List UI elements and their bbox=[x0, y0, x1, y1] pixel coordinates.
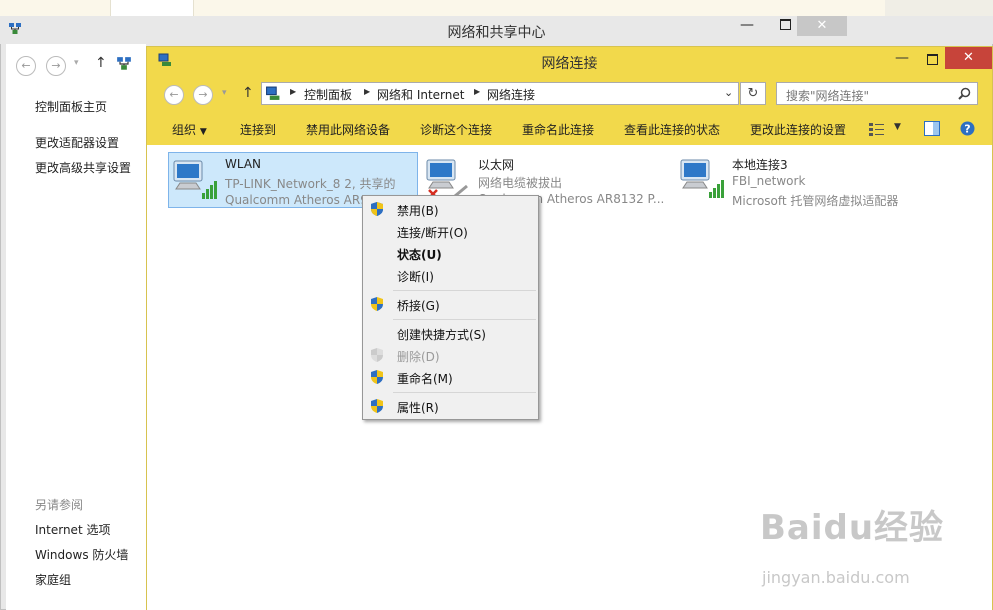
baidu-watermark-url: jingyan.baidu.com bbox=[762, 568, 910, 587]
outer-minimize-button[interactable]: — bbox=[730, 16, 764, 36]
disable-device-button[interactable]: 禁用此网络设备 bbox=[306, 121, 390, 138]
menu-item-rename[interactable]: 重命名(M) bbox=[397, 370, 453, 387]
refresh-icon: ↻ bbox=[747, 86, 759, 101]
breadcrumb-network-internet[interactable]: 网络和 Internet bbox=[377, 86, 464, 103]
menu-item-diagnose[interactable]: 诊断(I) bbox=[397, 268, 434, 285]
outer-maximize-icon[interactable] bbox=[780, 19, 791, 30]
help-icon[interactable]: ? bbox=[960, 121, 975, 136]
breadcrumb-control-panel[interactable]: 控制面板 bbox=[304, 86, 352, 103]
menu-item-create-shortcut[interactable]: 创建快捷方式(S) bbox=[397, 326, 486, 343]
uac-shield-icon bbox=[371, 399, 383, 413]
diagnose-connection-button[interactable]: 诊断这个连接 bbox=[420, 121, 492, 138]
wireless-adapter-icon bbox=[173, 160, 217, 199]
see-also-internet-options[interactable]: Internet 选项 bbox=[35, 521, 110, 538]
inner-back-button[interactable]: ← bbox=[164, 85, 184, 105]
preview-pane-icon[interactable] bbox=[924, 121, 940, 136]
breadcrumb-network-connections[interactable]: 网络连接 bbox=[487, 86, 535, 103]
minimize-icon: — bbox=[895, 50, 909, 66]
menu-item-disable[interactable]: 禁用(B) bbox=[397, 202, 439, 219]
address-dropdown-chevron-icon[interactable]: ⌄ bbox=[724, 86, 733, 99]
left-link-change-adapter[interactable]: 更改适配器设置 bbox=[35, 134, 119, 151]
menu-item-delete: 删除(D) bbox=[397, 350, 440, 364]
background-tab bbox=[110, 0, 194, 17]
search-input[interactable]: 搜索"网络连接" bbox=[776, 82, 978, 105]
left-link-advanced-sharing[interactable]: 更改高级共享设置 bbox=[35, 159, 131, 176]
forward-arrow-icon: → bbox=[51, 59, 61, 72]
change-settings-button[interactable]: 更改此连接的设置 bbox=[750, 121, 846, 138]
breadcrumb-separator-icon[interactable]: ▶ bbox=[474, 87, 480, 96]
menu-item-status[interactable]: 状态(U) bbox=[397, 246, 442, 263]
svg-text:?: ? bbox=[964, 123, 970, 136]
breadcrumb-separator-icon[interactable]: ▶ bbox=[290, 87, 296, 96]
connection-item-local3[interactable]: 本地连接3 FBI_network Microsoft 托管网络虚拟适配器 bbox=[676, 152, 936, 208]
refresh-button[interactable]: ↻ bbox=[740, 82, 766, 105]
outer-up-arrow-icon[interactable]: ↑ bbox=[95, 55, 107, 71]
see-also-firewall[interactable]: Windows 防火墙 bbox=[35, 546, 128, 563]
organize-menu-button[interactable]: 组织 ▼ bbox=[172, 121, 207, 138]
connect-to-button[interactable]: 连接到 bbox=[240, 121, 276, 138]
inner-window-title: 网络连接 bbox=[541, 56, 598, 72]
connection-name: WLAN bbox=[225, 157, 262, 171]
view-options-chevron-icon[interactable]: ▼ bbox=[894, 122, 901, 132]
connection-name: 本地连接3 bbox=[732, 158, 788, 172]
back-arrow-icon: ← bbox=[169, 88, 179, 101]
connection-adapter: Microsoft 托管网络虚拟适配器 bbox=[732, 194, 899, 208]
view-options-icon[interactable] bbox=[869, 122, 885, 136]
close-icon: ✕ bbox=[963, 50, 974, 65]
connection-status: 网络电缆被拔出 bbox=[478, 176, 563, 190]
connection-network: FBI_network bbox=[732, 174, 806, 188]
menu-separator bbox=[393, 319, 536, 320]
rename-connection-button[interactable]: 重命名此连接 bbox=[522, 121, 594, 138]
inner-minimize-button[interactable]: — bbox=[890, 50, 914, 70]
uac-shield-icon bbox=[371, 202, 383, 216]
uac-shield-icon bbox=[371, 370, 383, 384]
outer-forward-button[interactable]: → bbox=[46, 56, 66, 76]
uac-shield-icon bbox=[371, 297, 383, 311]
inner-forward-button[interactable]: → bbox=[193, 85, 213, 105]
view-status-button[interactable]: 查看此连接的状态 bbox=[624, 121, 720, 138]
inner-history-chevron-icon[interactable]: ▾ bbox=[222, 88, 227, 98]
baidu-watermark: Baidu经验 bbox=[760, 508, 945, 548]
inner-up-arrow-icon[interactable]: ↑ bbox=[242, 85, 254, 101]
search-icon bbox=[958, 87, 971, 100]
see-also-heading: 另请参阅 bbox=[35, 498, 84, 512]
menu-item-properties[interactable]: 属性(R) bbox=[397, 399, 439, 416]
outer-back-button[interactable]: ← bbox=[16, 56, 36, 76]
organize-label: 组织 bbox=[172, 123, 197, 137]
inner-maximize-icon[interactable] bbox=[927, 54, 938, 65]
menu-item-bridge[interactable]: 桥接(G) bbox=[397, 297, 440, 314]
outer-location-icon bbox=[117, 57, 131, 70]
menu-separator bbox=[393, 392, 536, 393]
outer-close-button[interactable]: ✕ bbox=[797, 16, 847, 36]
menu-item-connect-disconnect[interactable]: 连接/断开(O) bbox=[397, 224, 468, 241]
breadcrumb-separator-icon[interactable]: ▶ bbox=[364, 87, 370, 96]
address-location-icon bbox=[266, 86, 280, 100]
menu-separator bbox=[393, 290, 536, 291]
close-icon: ✕ bbox=[816, 18, 828, 33]
forward-arrow-icon: → bbox=[198, 88, 208, 101]
uac-shield-icon bbox=[371, 348, 383, 362]
back-arrow-icon: ← bbox=[21, 59, 31, 72]
connection-name: 以太网 bbox=[478, 158, 515, 172]
context-menu: 禁用(B) 连接/断开(O) 状态(U) 诊断(I) 桥接(G) 创建快捷方式(… bbox=[362, 195, 539, 420]
outer-history-chevron-icon[interactable]: ▾ bbox=[74, 58, 79, 68]
chevron-down-icon: ▼ bbox=[199, 127, 207, 137]
connection-network: TP-LINK_Network_8 2, 共享的 bbox=[225, 177, 396, 191]
see-also-homegroup[interactable]: 家庭组 bbox=[35, 571, 71, 588]
search-placeholder: 搜索"网络连接" bbox=[786, 89, 870, 103]
hosted-network-adapter-icon bbox=[680, 159, 724, 198]
left-link-control-panel-home[interactable]: 控制面板主页 bbox=[35, 98, 107, 115]
inner-close-button[interactable]: ✕ bbox=[945, 47, 992, 69]
minimize-icon: — bbox=[740, 17, 754, 33]
